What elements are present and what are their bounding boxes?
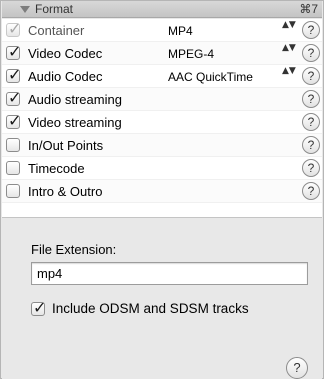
help-icon[interactable]: ? [302,21,320,39]
file-extension-label: File Extension: [31,242,117,257]
help-icon[interactable]: ? [302,67,320,85]
format-settings-area: File Extension: ✓ Include ODSM and SDSM … [2,217,322,379]
checkmark-icon: ✓ [8,42,22,61]
intro-outro-checkbox[interactable] [6,184,20,198]
option-label: Audio streaming [28,92,122,107]
option-row-intro-outro: Intro & Outro ? [2,180,322,203]
help-icon[interactable]: ? [302,113,320,131]
odsm-sdsm-checkbox[interactable]: ✓ [31,298,46,317]
video-codec-checkbox[interactable]: ✓ [6,42,21,61]
option-label: Timecode [28,161,85,176]
option-row-in-out-points: In/Out Points ? [2,134,322,157]
option-label: Video streaming [28,115,122,130]
help-icon[interactable]: ? [302,159,320,177]
option-row-video-streaming: ✓ Video streaming ? [2,111,322,134]
checkmark-icon: ✓ [8,88,22,107]
video-streaming-checkbox[interactable]: ✓ [6,111,21,130]
container-checkbox: ✓ [6,19,21,38]
in-out-points-checkbox[interactable] [6,138,20,152]
option-label: Video Codec [28,46,103,61]
odsm-sdsm-label[interactable]: Include ODSM and SDSM tracks [52,301,249,316]
section-title: Format [35,2,74,16]
format-section-header[interactable]: Format ⌘7 [2,1,322,18]
option-row-container: ✓ Container MP4 ▲▼ ? [2,19,322,42]
option-label: Container [28,23,85,38]
option-label: In/Out Points [28,138,104,153]
option-label: Intro & Outro [28,184,103,199]
help-icon[interactable]: ? [302,136,320,154]
file-extension-input[interactable] [31,262,308,285]
container-popup-value[interactable]: MP4 [168,24,193,38]
help-icon[interactable]: ? [302,90,320,108]
option-label: Audio Codec [28,69,103,84]
format-panel: Format ⌘7 ✓ Container MP4 ▲▼ ? ✓ Video C… [0,0,324,379]
disclosure-triangle-icon[interactable] [20,6,30,13]
checkmark-icon: ✓ [8,111,22,130]
checkmark-icon: ✓ [33,298,47,317]
option-row-timecode: Timecode ? [2,157,322,180]
timecode-checkbox[interactable] [6,161,20,175]
audio-codec-checkbox[interactable]: ✓ [6,65,21,84]
help-icon[interactable]: ? [286,357,308,379]
checkmark-icon: ✓ [8,65,22,84]
audio-codec-popup-value[interactable]: AAC QuickTime [168,70,253,84]
checkmark-icon: ✓ [8,19,22,38]
popup-stepper-icon[interactable]: ▲▼ [282,67,296,76]
keyboard-shortcut: ⌘7 [299,2,318,16]
help-icon[interactable]: ? [302,44,320,62]
popup-stepper-icon[interactable]: ▲▼ [282,21,296,30]
help-icon[interactable]: ? [302,182,320,200]
popup-stepper-icon[interactable]: ▲▼ [282,44,296,53]
video-codec-popup-value[interactable]: MPEG-4 [168,47,214,61]
option-row-audio-codec: ✓ Audio Codec AAC QuickTime ▲▼ ? [2,65,322,88]
option-row-video-codec: ✓ Video Codec MPEG-4 ▲▼ ? [2,42,322,65]
audio-streaming-checkbox[interactable]: ✓ [6,88,21,107]
format-options-list: ✓ Container MP4 ▲▼ ? ✓ Video Codec MPEG-… [2,19,322,217]
option-row-audio-streaming: ✓ Audio streaming ? [2,88,322,111]
